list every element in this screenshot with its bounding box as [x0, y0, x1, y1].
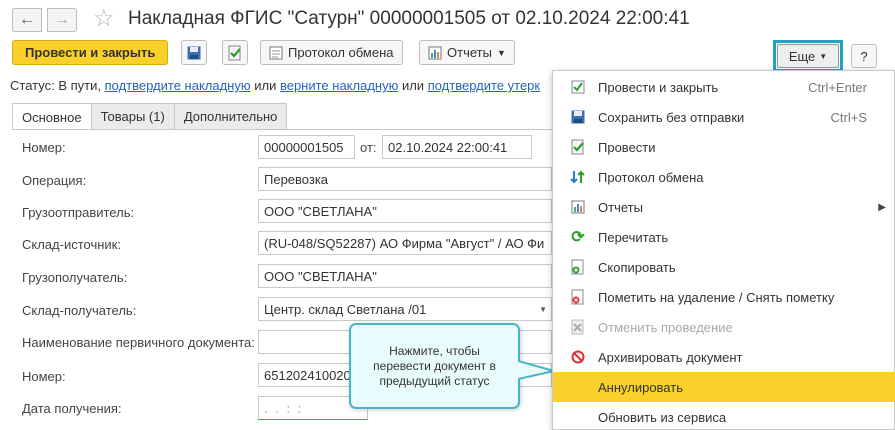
- confirm-loss-link[interactable]: подтвердите утерк: [428, 78, 540, 93]
- post-icon: [570, 139, 586, 155]
- menu-item-label: Сохранить без отправки: [598, 109, 745, 125]
- consignee-label: Грузополучатель:: [22, 270, 128, 285]
- chevron-down-icon: ▼: [496, 47, 506, 58]
- more-button-highlight: Еще ▼: [773, 40, 843, 72]
- tab-bar: Основное Товары (1) Дополнительно: [12, 103, 288, 130]
- menu-item-label: Отчеты: [598, 199, 643, 215]
- menu-item-shortcut: Ctrl+S: [830, 109, 867, 125]
- dropdown-arrow-icon[interactable]: ▼: [539, 305, 547, 314]
- menu-item-label: Архивировать документ: [598, 349, 743, 365]
- menu-item-mark-delete[interactable]: Пометить на удаление / Снять пометку: [553, 282, 895, 312]
- menu-item-label: Перечитать: [598, 229, 669, 245]
- more-button[interactable]: Еще ▼: [777, 44, 839, 68]
- arrow-right-icon: →: [54, 11, 70, 28]
- number-field[interactable]: 00000001505: [258, 135, 355, 159]
- reports-icon: [428, 46, 442, 59]
- date-from-label: от:: [360, 140, 377, 155]
- post-close-icon: [570, 79, 586, 95]
- mark-delete-icon: [570, 289, 586, 305]
- menu-item-refresh-service[interactable]: Обновить из сервиса: [553, 402, 895, 430]
- menu-item-label: Провести: [598, 139, 656, 155]
- forward-button[interactable]: →: [47, 8, 77, 32]
- consignee-field[interactable]: ООО "СВЕТЛАНА": [258, 264, 552, 288]
- menu-item-annul[interactable]: Аннулировать: [553, 372, 895, 402]
- source-warehouse-field[interactable]: (RU-048/SQ52287) АО Фирма "Август" / АО …: [258, 231, 552, 255]
- confirm-invoice-link[interactable]: подтвердите накладную: [105, 78, 251, 93]
- menu-item-reread[interactable]: ⟳ Перечитать: [553, 222, 895, 252]
- window-title: Накладная ФГИС "Сатурн" 00000001505 от 0…: [128, 8, 690, 29]
- menu-item-label: Провести и закрыть: [598, 79, 719, 95]
- receive-date-label: Дата получения:: [22, 401, 122, 416]
- menu-item-post[interactable]: Провести: [553, 132, 895, 162]
- menu-item-reports[interactable]: Отчеты ▶: [553, 192, 895, 222]
- back-button[interactable]: ←: [12, 8, 42, 32]
- reports-icon: [570, 199, 586, 215]
- menu-item-label: Аннулировать: [598, 379, 683, 395]
- return-invoice-link[interactable]: верните накладную: [280, 78, 398, 93]
- menu-item-shortcut: Ctrl+Enter: [808, 79, 867, 95]
- primary-doc-label: Наименование первичного документа:: [22, 335, 255, 350]
- tab-additional[interactable]: Дополнительно: [173, 103, 288, 129]
- reports-label: Отчеты: [447, 45, 492, 60]
- status-prefix: Статус: В пути,: [10, 78, 105, 93]
- menu-item-label: Отменить проведение: [598, 319, 733, 335]
- menu-item-label: Скопировать: [598, 259, 676, 275]
- tab-main[interactable]: Основное: [12, 103, 92, 130]
- save-button[interactable]: [181, 40, 207, 65]
- copy-icon: [570, 259, 586, 275]
- post-button[interactable]: [222, 40, 248, 65]
- dest-warehouse-label: Склад-получатель:: [22, 303, 137, 318]
- archive-icon: [570, 349, 586, 365]
- more-dropdown-menu: Провести и закрыть Ctrl+Enter Сохранить …: [552, 70, 895, 430]
- dest-warehouse-value: Центр. склад Светлана /01: [264, 301, 427, 317]
- exchange-log-label: Протокол обмена: [288, 45, 394, 60]
- menu-item-save-no-send[interactable]: Сохранить без отправки Ctrl+S: [553, 102, 895, 132]
- exchange-icon: [269, 46, 283, 59]
- tab-divider: [12, 129, 552, 130]
- post-close-button[interactable]: Провести и закрыть: [12, 40, 169, 65]
- title-bar: ← → ☆ Накладная ФГИС "Сатурн" 0000000150…: [0, 0, 895, 38]
- menu-item-label: Обновить из сервиса: [598, 409, 727, 425]
- favorite-star-icon[interactable]: ☆: [93, 4, 115, 33]
- reread-icon: ⟳: [571, 229, 585, 246]
- menu-item-label: Пометить на удаление / Снять пометку: [598, 289, 835, 305]
- help-button[interactable]: ?: [851, 44, 877, 68]
- source-warehouse-label: Склад-источник:: [22, 237, 121, 252]
- menu-item-exchange-log[interactable]: Протокол обмена: [553, 162, 895, 192]
- reports-button[interactable]: Отчеты ▼: [419, 40, 515, 65]
- shipper-field[interactable]: ООО "СВЕТЛАНА": [258, 199, 552, 223]
- callout-pointer: [518, 360, 555, 380]
- number2-label: Номер:: [22, 369, 66, 384]
- date-field[interactable]: 02.10.2024 22:00:41: [382, 135, 532, 159]
- hint-callout: Нажмите, чтобы перевести документ в пред…: [349, 323, 520, 409]
- menu-item-unpost: Отменить проведение: [553, 312, 895, 342]
- operation-label: Операция:: [22, 173, 87, 188]
- exchange-icon: [570, 169, 586, 185]
- number-label: Номер:: [22, 140, 66, 155]
- toolbar: Провести и закрыть Протокол обмена Отчет…: [0, 40, 895, 72]
- tab-goods[interactable]: Товары (1): [90, 103, 175, 129]
- arrow-left-icon: ←: [19, 11, 35, 28]
- exchange-log-button[interactable]: Протокол обмена: [260, 40, 403, 65]
- status-or: или: [398, 78, 428, 93]
- menu-item-post-close[interactable]: Провести и закрыть Ctrl+Enter: [553, 72, 895, 102]
- status-line: Статус: В пути, подтвердите накладную ил…: [10, 78, 540, 93]
- save-icon: [187, 46, 201, 59]
- menu-item-copy[interactable]: Скопировать: [553, 252, 895, 282]
- more-label: Еще: [788, 48, 816, 64]
- submenu-arrow-icon: ▶: [878, 201, 886, 213]
- post-icon: [228, 45, 241, 60]
- menu-item-archive[interactable]: Архивировать документ: [553, 342, 895, 372]
- chevron-down-icon: ▼: [819, 51, 828, 61]
- unpost-icon: [570, 319, 586, 335]
- menu-item-label: Протокол обмена: [598, 169, 704, 185]
- dest-warehouse-field[interactable]: Центр. склад Светлана /01 ▼: [258, 297, 552, 321]
- operation-field[interactable]: Перевозка: [258, 167, 552, 191]
- status-or: или: [250, 78, 280, 93]
- shipper-label: Грузоотправитель:: [22, 205, 135, 220]
- save-icon: [570, 109, 586, 125]
